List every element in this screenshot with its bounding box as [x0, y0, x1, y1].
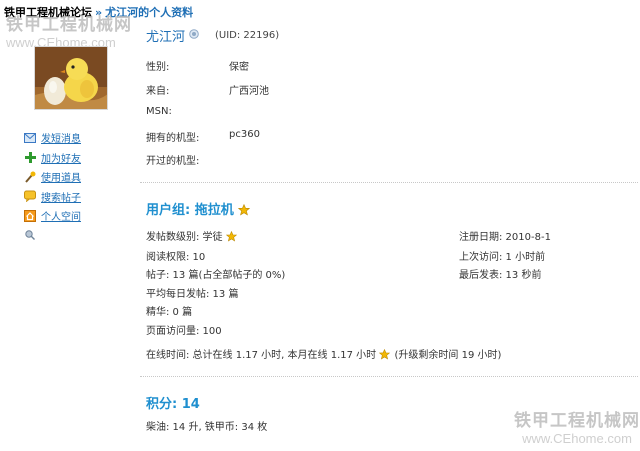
field-label-msn: MSN:: [146, 106, 172, 117]
user-group-title: 用户组: 拖拉机: [146, 199, 251, 218]
stat-post-level-text: 发帖数级别: 学徒: [146, 232, 223, 243]
breadcrumb-separator: »: [95, 6, 103, 19]
stat-posts: 帖子: 13 篇(占全部帖子的 0%): [146, 270, 286, 281]
sidebar-item-label[interactable]: 个人空间: [41, 208, 81, 223]
sidebar-item-label[interactable]: 发短消息: [41, 130, 81, 145]
sidebar-item-send-message[interactable]: 发短消息: [24, 128, 81, 148]
uid-label: (UID: 22196): [215, 30, 280, 41]
sidebar-item-add-friend[interactable]: 加为好友: [24, 148, 81, 168]
field-label-from: 来自:: [146, 86, 170, 97]
breadcrumb: 铁甲工程机械论坛» 尤江河的个人资料: [4, 4, 193, 20]
breadcrumb-current: 尤江河的个人资料: [105, 6, 194, 19]
plus-icon: [24, 151, 36, 163]
watermark-url: www.CEhome.com: [522, 431, 632, 446]
sidebar-item-label[interactable]: 搜索帖子: [41, 189, 81, 204]
field-label-owned-models: 拥有的机型:: [146, 133, 200, 144]
field-value-gender: 保密: [229, 62, 249, 73]
envelope-icon: [24, 132, 36, 144]
upgrade-remaining-text: (升级剩余时间 19 小时): [394, 350, 502, 361]
watermark-bottom: 铁甲工程机械网 www.CEhome.com: [514, 406, 640, 446]
pin-icon: [24, 229, 36, 241]
sidebar-item-use-tool[interactable]: 使用道具: [24, 167, 81, 187]
sidebar-menu: 发短消息 加为好友 使用道具 搜索帖子 个人空间: [24, 128, 81, 245]
online-time-text: 在线时间: 总计在线 1.17 小时, 本月在线 1.17 小时: [146, 350, 377, 361]
stat-read-permission: 阅读权限: 10: [146, 252, 206, 263]
star-icon: [225, 230, 238, 243]
field-label-driven-models: 开过的机型:: [146, 156, 200, 167]
chat-bubble-icon: [24, 190, 36, 203]
divider: [140, 182, 638, 183]
stat-digest: 精华: 0 篇: [146, 307, 193, 318]
watermark-text: 铁甲工程机械网: [514, 411, 640, 431]
divider: [140, 376, 638, 377]
stat-daily-posts: 平均每日发帖: 13 篇: [146, 289, 239, 300]
field-value-from: 广西河池: [229, 86, 269, 97]
score-title: 积分: 14: [146, 397, 200, 412]
stat-page-views: 页面访问量: 100: [146, 326, 222, 337]
online-status-icon: [189, 29, 199, 39]
sidebar-item-label[interactable]: 使用道具: [41, 169, 81, 184]
home-icon: [24, 209, 36, 222]
star-icon: [238, 203, 251, 216]
user-group-label: 用户组: 拖拉机: [146, 203, 234, 218]
stat-post-level: 发帖数级别: 学徒: [146, 228, 238, 243]
sidebar-item-personal-space[interactable]: 个人空间: [24, 206, 81, 226]
sidebar-item-label[interactable]: 加为好友: [41, 150, 81, 165]
sidebar-item-pin[interactable]: [24, 226, 81, 246]
score-detail: 柴油: 14 升, 铁甲币: 34 枚: [146, 422, 268, 433]
username[interactable]: 尤江河: [146, 26, 185, 45]
avatar: [34, 46, 108, 110]
field-value-owned-models: pc360: [229, 129, 260, 140]
breadcrumb-site-link[interactable]: 铁甲工程机械论坛: [4, 6, 92, 19]
star-icon: [379, 348, 391, 361]
stat-register-date: 注册日期: 2010-8-1: [459, 232, 551, 243]
online-time-row: 在线时间: 总计在线 1.17 小时, 本月在线 1.17 小时 (升级剩余时间…: [146, 346, 501, 361]
sidebar-item-search-posts[interactable]: 搜索帖子: [24, 187, 81, 207]
magic-wand-icon: [24, 171, 36, 183]
stat-last-visit: 上次访问: 1 小时前: [459, 252, 546, 263]
stat-last-post: 最后发表: 13 秒前: [459, 270, 542, 281]
field-label-gender: 性别:: [146, 62, 170, 73]
